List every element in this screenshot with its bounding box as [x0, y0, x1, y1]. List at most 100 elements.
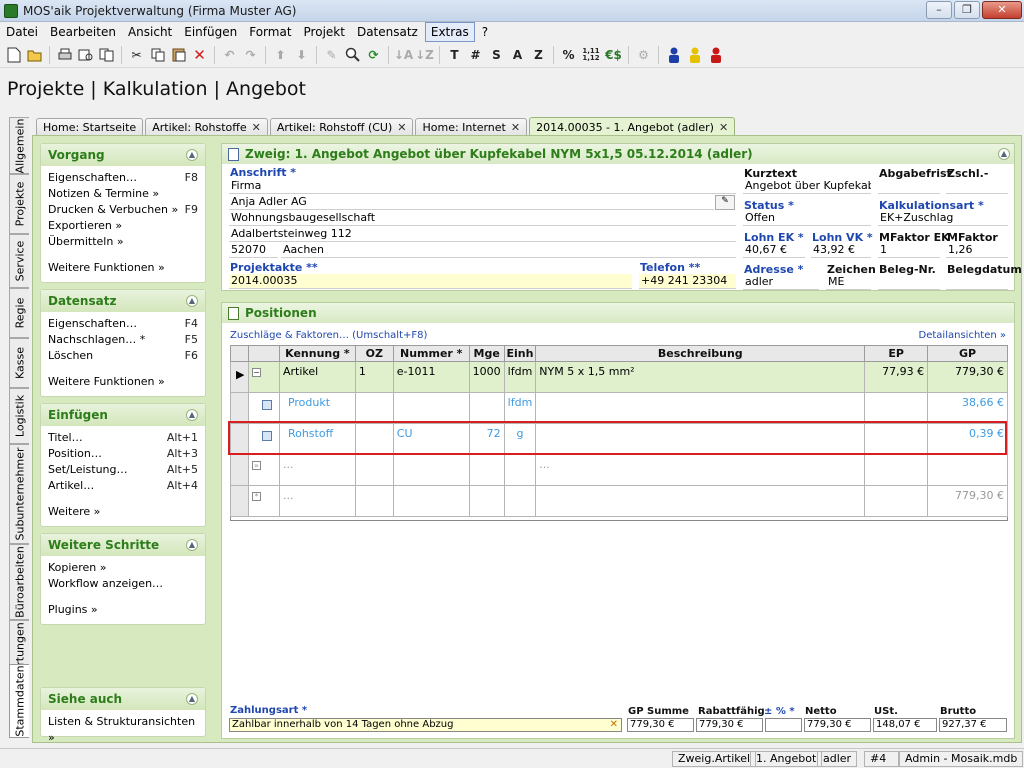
header-kennung[interactable]: Kennung * [278, 345, 356, 362]
cell-oz[interactable]: 1 [354, 361, 394, 393]
user-red-icon[interactable] [705, 44, 726, 65]
belegdatum-field[interactable] [946, 275, 1008, 290]
cell-einh[interactable]: lfdm [503, 361, 537, 393]
collapse-icon[interactable]: ▲ [186, 149, 198, 161]
close-button[interactable]: ✕ [982, 1, 1022, 19]
adresse-field[interactable]: adler [743, 275, 819, 290]
action-loeschen[interactable]: Löschen F6 [48, 348, 198, 364]
table-row[interactable]: ▶ − Artikel 1 e-1011 1000 lfdm NYM 5 x 1… [230, 361, 1008, 393]
anschrift-line-4[interactable]: Adalbertsteinweg 112 [229, 227, 736, 242]
lohn-ek-field[interactable]: 40,67 € [743, 243, 805, 258]
projektakte-field[interactable]: 2014.00035 [229, 274, 632, 289]
header-einh[interactable]: Einh [503, 345, 537, 362]
cell-gp[interactable]: 0,39 € [927, 423, 1008, 455]
maximize-button[interactable]: ❐ [954, 1, 980, 19]
table-row[interactable]: Rohstoff CU 72 g 0,39 € [230, 423, 1008, 455]
cell-beschreibung[interactable] [535, 485, 866, 517]
menu-datensatz[interactable]: Datensatz [352, 23, 423, 41]
action-uebermitteln[interactable]: Übermitteln » [48, 234, 198, 250]
tab-home-internet[interactable]: Home: Internet ✕ [415, 118, 528, 136]
title-insert-icon[interactable]: T [444, 44, 465, 65]
table-row[interactable]: » ... ... [230, 454, 1008, 486]
cell-mge[interactable] [468, 392, 505, 424]
cell-oz[interactable] [354, 485, 394, 517]
cell-oz[interactable] [354, 392, 394, 424]
kalkulationsart-field[interactable]: EK+Zuschlag [878, 211, 1008, 226]
table-row[interactable]: * ... 779,30 € [230, 485, 1008, 517]
settings-icon[interactable]: ⚙ [633, 44, 654, 65]
redo-icon[interactable]: ↷ [240, 44, 261, 65]
header-beschreibung[interactable]: Beschreibung [535, 345, 866, 362]
collapse-icon[interactable]: ▲ [186, 409, 198, 421]
cell-beschreibung[interactable]: NYM 5 x 1,5 mm² [535, 361, 866, 393]
menu-format[interactable]: Format [244, 23, 296, 41]
cell-gp[interactable]: 779,30 € [927, 485, 1008, 517]
print-icon[interactable] [54, 44, 75, 65]
beleg-nr-field[interactable] [878, 275, 940, 290]
search-icon[interactable] [342, 44, 363, 65]
user-yellow-icon[interactable] [684, 44, 705, 65]
cell-gp[interactable] [927, 454, 1008, 486]
action-set-leistung[interactable]: Set/Leistung… Alt+5 [48, 462, 198, 478]
abgabefrist-field[interactable] [878, 179, 940, 194]
new-icon[interactable] [3, 44, 24, 65]
percent-icon[interactable]: % [558, 44, 579, 65]
rabattfaehig-field[interactable]: 779,30 € [696, 718, 763, 732]
open-icon[interactable] [24, 44, 45, 65]
vtab-stammdaten[interactable]: Stammdaten [9, 664, 29, 738]
anschrift-line-2[interactable]: Anja Adler AG [229, 195, 714, 210]
mfaktor-vk-field[interactable]: 1,26 [946, 243, 1008, 258]
collapse-icon[interactable]: ▲ [186, 539, 198, 551]
user-blue-icon[interactable] [663, 44, 684, 65]
vtab-subunternehmer[interactable]: Subunternehmer [9, 444, 29, 544]
detailansichten-link[interactable]: Detailansichten » [919, 330, 1006, 341]
position-insert-icon[interactable]: # [465, 44, 486, 65]
cell-ep[interactable]: 77,93 € [864, 361, 929, 393]
vtab-regie[interactable]: Regie [9, 288, 29, 338]
action-nachschlagen[interactable]: Nachschlagen… * F5 [48, 332, 198, 348]
tab-angebot[interactable]: 2014.00035 - 1. Angebot (adler) ✕ [529, 117, 736, 136]
action-plugins[interactable]: Plugins » [48, 602, 198, 618]
lohn-vk-field[interactable]: 43,92 € [811, 243, 871, 258]
tab-home-startseite[interactable]: Home: Startseite [36, 118, 144, 136]
set-insert-icon[interactable]: S [486, 44, 507, 65]
status-field[interactable]: Offen [743, 211, 871, 226]
header-oz[interactable]: OZ [354, 345, 394, 362]
numbering-icon[interactable]: 1,11 1,12 [579, 44, 603, 65]
action-position[interactable]: Position… Alt+3 [48, 446, 198, 462]
copy-document-icon[interactable] [96, 44, 117, 65]
cell-beschreibung[interactable]: ... [535, 454, 866, 486]
ort-field[interactable]: Aachen [281, 243, 736, 258]
cell-einh[interactable]: g [503, 423, 537, 455]
cut-icon[interactable]: ✂ [126, 44, 147, 65]
action-notizen-termine[interactable]: Notizen & Termine » [48, 186, 198, 202]
anschrift-line-1[interactable]: Firma [229, 179, 736, 194]
cell-mge[interactable] [468, 485, 505, 517]
cell-beschreibung[interactable] [535, 423, 866, 455]
close-tab-icon[interactable]: ✕ [252, 121, 261, 134]
header-nummer[interactable]: Nummer * [392, 345, 470, 362]
clear-icon[interactable]: ✕ [610, 719, 618, 731]
mfaktor-ek-field[interactable]: 1 [878, 243, 940, 258]
menu-projekt[interactable]: Projekt [299, 23, 350, 41]
print-preview-icon[interactable] [75, 44, 96, 65]
menu-help[interactable]: ? [477, 23, 493, 41]
minimize-button[interactable]: – [926, 1, 952, 19]
subtotal-icon[interactable]: Z [528, 44, 549, 65]
cell-gp[interactable]: 38,66 € [927, 392, 1008, 424]
menu-einfuegen[interactable]: Einfügen [179, 23, 242, 41]
menu-datei[interactable]: Datei [1, 23, 43, 41]
header-mge[interactable]: Mge [468, 345, 505, 362]
cell-kennung[interactable]: Produkt [278, 392, 356, 424]
zuschlaege-link[interactable]: Zuschläge & Faktoren… (Umschalt+F8) [230, 330, 427, 341]
header-ep[interactable]: EP [864, 345, 929, 362]
plz-field[interactable]: 52070 [229, 243, 278, 258]
edit-icon[interactable]: ✎ [321, 44, 342, 65]
action-drucken-verbuchen[interactable]: Drucken & Verbuchen » F9 [48, 202, 198, 218]
cell-gp[interactable]: 779,30 € [927, 361, 1008, 393]
action-weitere-funktionen[interactable]: Weitere Funktionen » [48, 374, 198, 390]
telefon-field[interactable]: +49 241 23304 [639, 274, 736, 289]
cell-mge[interactable] [468, 454, 505, 486]
menu-extras[interactable]: Extras [424, 22, 475, 42]
cell-kennung[interactable]: ... [278, 485, 356, 517]
